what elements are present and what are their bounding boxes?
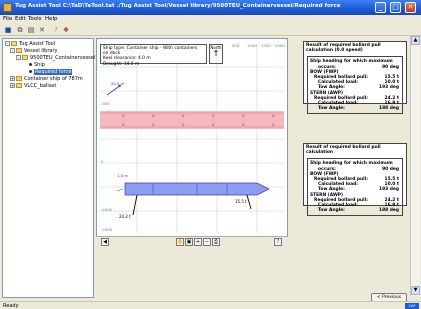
axis-label: 1500	[261, 43, 271, 48]
tree-item-tug-assist-tool[interactable]: - Tug Assist Tool	[5, 41, 55, 47]
project-tree: - Tug Assist Tool - Vessel library -9500TE…	[2, 38, 95, 298]
status-indicator: CAP	[405, 303, 419, 309]
result-panel: Result of required bollard pull calculat…	[303, 143, 407, 217]
result-panel-speed0: Result of required bollard pull calculat…	[303, 41, 407, 115]
tree-item-ship[interactable]: Ship	[29, 62, 45, 68]
collapse-icon[interactable]: -	[10, 48, 15, 53]
north-arrow-icon: ↑	[212, 49, 220, 58]
expand-icon[interactable]: +	[10, 83, 15, 88]
scroll-left-icon[interactable]: ◀	[101, 238, 109, 246]
delete-icon[interactable]: ✕	[37, 25, 47, 35]
axis-label: 2000	[275, 43, 285, 48]
ship-info-box: Ship type: Container ship - With contain…	[100, 44, 207, 67]
bow-tug-vector	[246, 194, 252, 210]
bullet-icon	[29, 63, 32, 66]
menu-bar: File Edit Tools Help	[0, 15, 421, 24]
scroll-down-icon[interactable]: ▼	[411, 286, 420, 295]
current-vector	[106, 84, 122, 96]
force-diagram-panel[interactable]: oooooo oooooo Ship type: Container ship …	[96, 38, 288, 246]
axis-label: -2500	[101, 227, 113, 232]
folder-icon	[22, 55, 28, 60]
tree-item-9500teu[interactable]: -9500TEU_Containervessel	[16, 55, 95, 61]
folder-icon	[16, 48, 22, 53]
pan-icon[interactable]: ✋	[176, 238, 184, 246]
menu-tools[interactable]: Tools	[28, 16, 42, 22]
help-button[interactable]: ?	[274, 238, 282, 246]
print-icon[interactable]: ⎙	[212, 238, 220, 246]
tree-item-vessel-library[interactable]: - Vessel library	[10, 48, 57, 54]
axis-label: 0	[101, 159, 104, 164]
app-icon	[3, 3, 12, 12]
stern-tug-vector	[132, 194, 138, 216]
axis-label: 500	[232, 43, 240, 48]
folder-icon	[16, 83, 22, 88]
copy-icon[interactable]: ⧉	[15, 25, 25, 35]
north-indicator: North ↑	[209, 44, 223, 64]
diagram-toolbar: ◀ ✋ ▣ + − ⎙ ?	[96, 236, 288, 246]
grid	[100, 43, 284, 233]
maximize-button[interactable]: □	[390, 2, 401, 13]
stern-load-label: 24.2 t	[119, 214, 131, 219]
result-title: Result of required bollard pull calculat…	[306, 43, 381, 54]
axis-label: -2000	[101, 207, 113, 212]
axis-label: 1000	[247, 43, 257, 48]
zoom-out-icon[interactable]: −	[203, 238, 211, 246]
tree-item-container-ship[interactable]: + Container ship of 787m	[10, 76, 83, 82]
menu-file[interactable]: File	[3, 16, 12, 22]
paste-icon[interactable]: ▤	[26, 25, 36, 35]
result-body: Ship heading for which maximum occurs: 90…	[307, 158, 403, 217]
minimize-button[interactable]: _	[375, 2, 386, 13]
folder-icon	[11, 41, 17, 46]
status-text: Ready	[3, 303, 19, 309]
collapse-icon[interactable]: -	[5, 41, 10, 46]
tree-item-vlcc-ballast[interactable]: + VLCC_ballast	[10, 83, 56, 89]
bullet-icon	[29, 70, 32, 73]
title-bar: Tug Assist Tool C:\TaD\TaTool.tat ./Tug …	[0, 0, 421, 15]
expand-icon[interactable]: +	[10, 76, 15, 81]
danger-band	[100, 111, 284, 129]
result-row: Tow Angle: 188 deg	[318, 208, 399, 214]
zoom-in-icon[interactable]: +	[194, 238, 202, 246]
result-title: Result of required bollard pull calculat…	[306, 145, 381, 156]
window-title: Tug Assist Tool C:\TaD\TaTool.tat ./Tug …	[15, 3, 341, 9]
tree-item-required-force[interactable]: Required force	[29, 69, 73, 75]
help-icon[interactable]: ?	[51, 25, 61, 35]
vertical-scrollbar[interactable]: ▲ ▼	[410, 36, 420, 296]
axis-label: -500	[101, 101, 110, 106]
folder-icon	[16, 76, 22, 81]
toolbar: ■ ⧉ ▤ ✕ ? ❖	[0, 24, 421, 36]
result-body: Ship heading for which maximum occurs: 90…	[307, 56, 403, 115]
bow-offset-label: 1.0 m	[117, 173, 128, 178]
zoom-fit-icon[interactable]: ▣	[185, 238, 193, 246]
close-button[interactable]: ✕	[405, 2, 416, 13]
vector-label: 90.0 m	[111, 81, 125, 86]
force-diagram: oooooo oooooo	[100, 43, 284, 233]
menu-help[interactable]: Help	[45, 16, 58, 22]
menu-edit[interactable]: Edit	[15, 16, 26, 22]
scroll-up-icon[interactable]: ▲	[411, 36, 420, 45]
save-icon[interactable]: ■	[3, 25, 13, 35]
result-row: Tow Angle: 188 deg	[318, 106, 399, 112]
bow-load-label: 15.5 t	[235, 199, 247, 204]
settings-icon[interactable]: ❖	[61, 25, 71, 35]
collapse-icon[interactable]: -	[16, 55, 21, 60]
status-bar: Ready CAP	[0, 301, 421, 309]
